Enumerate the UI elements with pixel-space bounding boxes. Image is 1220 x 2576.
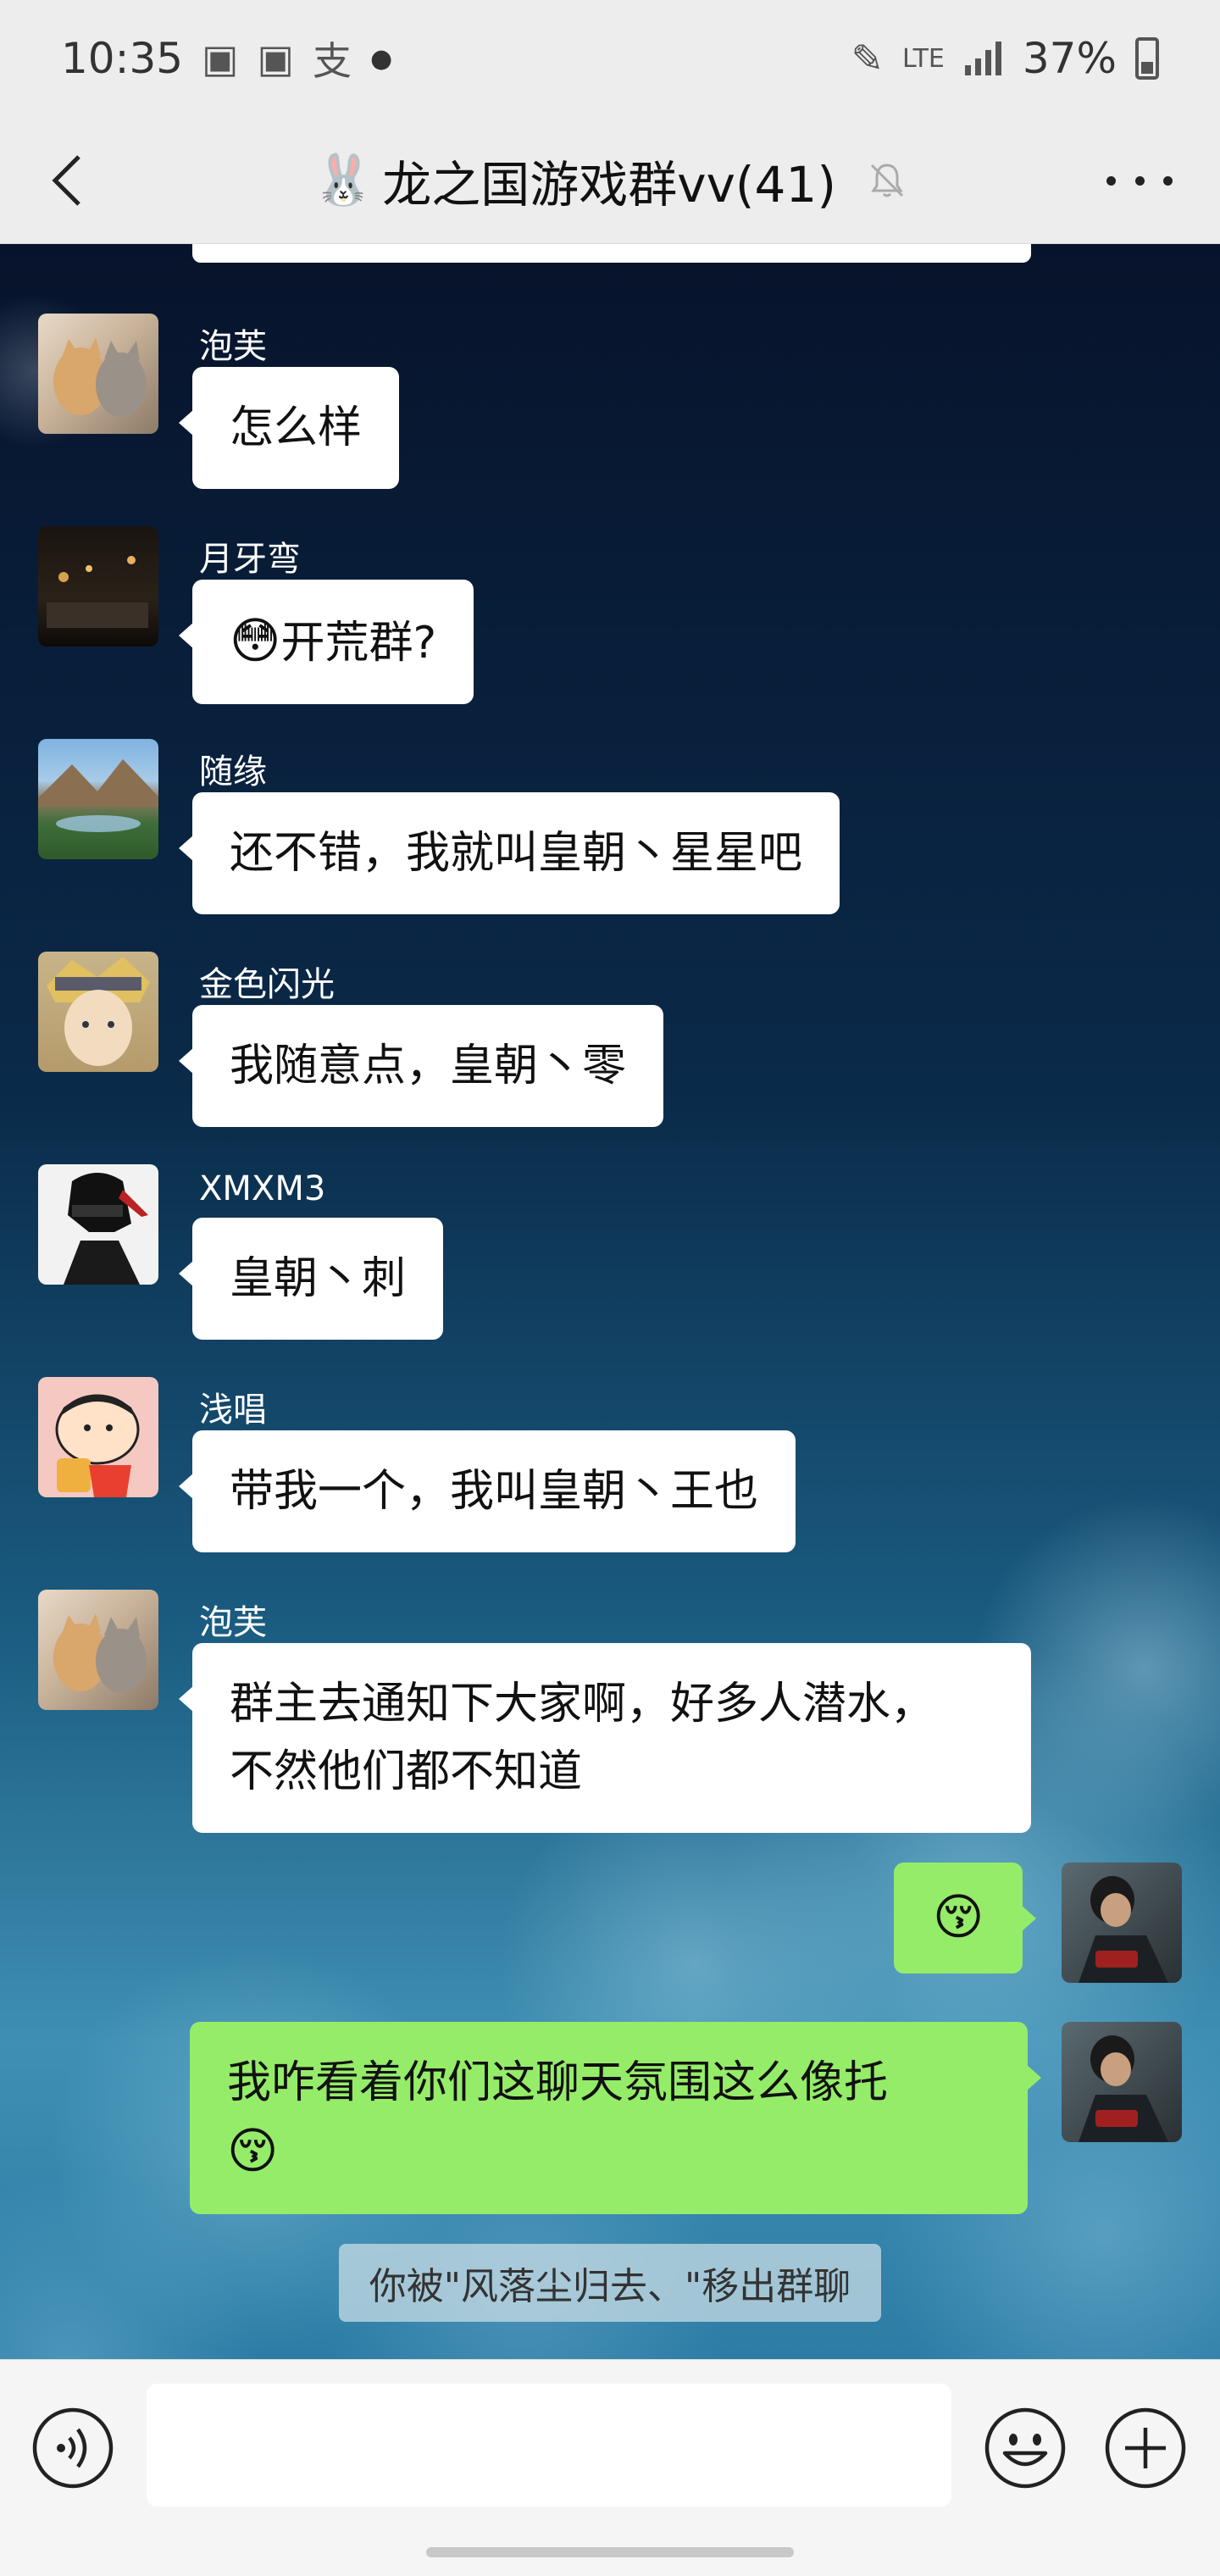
sender-name: 泡芙 (199, 1603, 267, 1642)
system-notice: 你被"风落尘归去、"移出群聊 (339, 2244, 881, 2322)
my-message-bubble[interactable]: 我咋看着你们这聊天氛围这么像托 😚 (190, 2022, 1041, 2214)
dot-icon (1134, 175, 1145, 186)
avatar-xmxm3[interactable] (38, 1164, 158, 1285)
avatar-jinseshanguang[interactable] (38, 952, 158, 1072)
mute-bell-icon (870, 163, 904, 197)
status-time: 10:35 (61, 34, 184, 83)
message-text: 开荒群? (280, 618, 437, 669)
sender-name: 泡芙 (199, 327, 267, 366)
more-notifications-dot: ● (370, 43, 393, 74)
battery-percent: 37% (1022, 34, 1117, 83)
rabbit-icon: 🐰 (313, 151, 374, 208)
message-bubble[interactable]: 怎么样 (178, 367, 400, 489)
avatar-suiyuan[interactable] (38, 739, 158, 859)
avatar-yueyawan[interactable] (38, 526, 158, 647)
message-bubble[interactable]: 群主去通知下大家啊，好多人潜水， 不然他们都不知道 (179, 1643, 1031, 1833)
message-text-line: 群主去通知下大家啊，好多人潜水， (230, 1679, 935, 1729)
dot-icon (1106, 175, 1116, 186)
voice-icon (32, 2407, 114, 2489)
pen-icon: ✎ (851, 36, 884, 81)
signal-icon (964, 42, 1001, 75)
kissing-face-icon: 😚 (227, 2122, 279, 2179)
kissing-face-icon: 😚 (933, 1888, 984, 1946)
sender-name: 浅唱 (199, 1391, 267, 1430)
alipay-icon: 支 (313, 38, 352, 84)
chat-header: 🐰 龙之国游戏群vv(41) (0, 117, 1220, 244)
sender-name: 金色闪光 (199, 965, 335, 1004)
android-notification-icon: ▣ (202, 36, 239, 81)
back-button[interactable] (37, 151, 97, 210)
network-type: LTE (901, 43, 945, 74)
message-bubble[interactable]: 还不错，我就叫皇朝丶星星吧 (178, 792, 840, 914)
more-functions-button[interactable] (1103, 2406, 1188, 2490)
avatar-me[interactable] (1062, 2022, 1182, 2142)
avatar-qianchang[interactable] (38, 1377, 158, 1497)
message-bubble[interactable]: 😳开荒群? (178, 580, 474, 704)
input-bar (0, 2359, 1220, 2576)
voice-input-button[interactable] (30, 2406, 115, 2490)
smiley-icon (984, 2407, 1066, 2489)
android-notification-icon: ▣ (257, 36, 295, 81)
previous-message-bubble[interactable] (192, 244, 1031, 263)
emoji-button[interactable] (983, 2406, 1068, 2490)
sender-name: XMXM3 (199, 1169, 326, 1208)
chat-title: 龙之国游戏群vv(41) (382, 155, 836, 214)
message-bubble[interactable]: 皇朝丶刺 (178, 1218, 444, 1340)
message-text-line: 我咋看着你们这聊天氛围这么像托 (227, 2057, 889, 2108)
battery-icon (1135, 37, 1159, 80)
chevron-left-icon (52, 155, 80, 206)
avatar-paofu[interactable] (38, 314, 158, 434)
my-message-bubble[interactable]: 😚 (894, 1863, 1037, 1974)
more-options-button[interactable] (1106, 159, 1173, 202)
sender-name: 随缘 (199, 752, 267, 791)
flushed-face-icon: 😳 (230, 612, 281, 669)
avatar-paofu[interactable] (38, 1590, 158, 1710)
message-bubble[interactable]: 我随意点，皇朝丶零 (178, 1005, 664, 1127)
dot-icon (1163, 175, 1173, 186)
avatar-me[interactable] (1062, 1863, 1182, 1983)
chat-title-area: 🐰 龙之国游戏群vv(41) (313, 145, 907, 216)
message-bubble[interactable]: 带我一个，我叫皇朝丶王也 (178, 1430, 796, 1552)
sender-name: 月牙弯 (199, 540, 301, 579)
message-text-line: 不然他们都不知道 (230, 1746, 583, 1797)
message-input[interactable] (147, 2384, 951, 2507)
home-indicator[interactable] (426, 2547, 794, 2557)
chat-message-list[interactable]: 泡芙 怎么样 月牙弯 😳开荒群? 随缘 还不错，我就叫皇朝丶星星吧 金色闪光 我 (0, 244, 1220, 2359)
plus-circle-icon (1105, 2407, 1186, 2489)
status-bar: 10:35 ▣ ▣ 支 ● ✎ LTE 37% (0, 0, 1220, 117)
